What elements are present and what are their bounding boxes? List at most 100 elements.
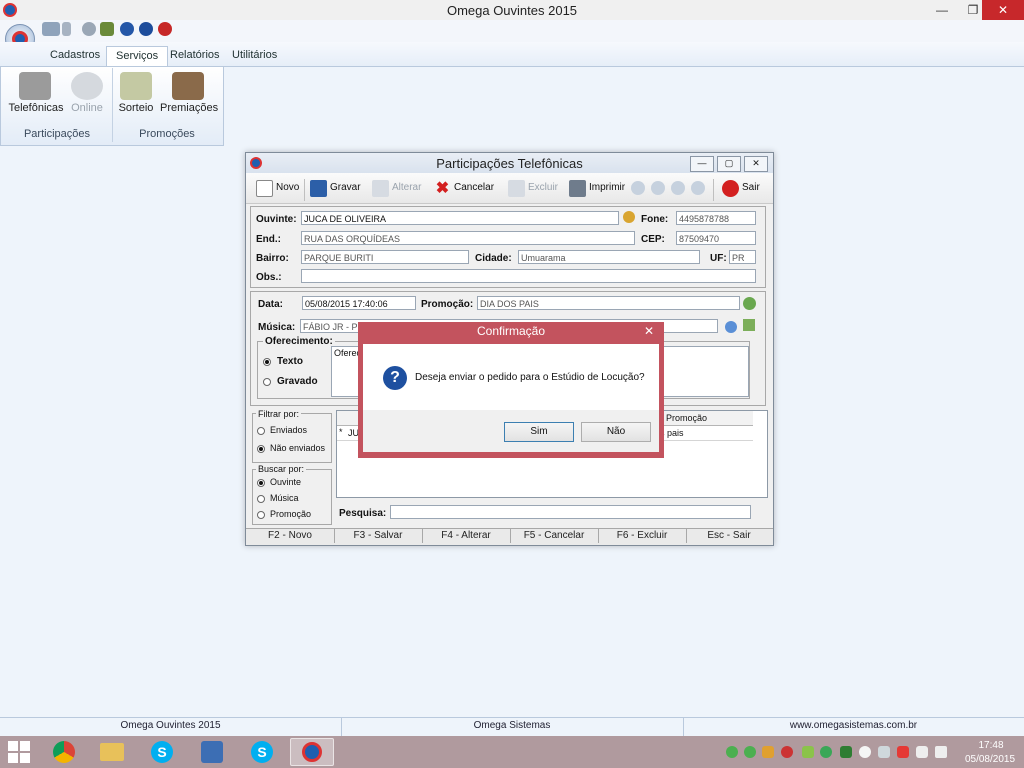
- tray-flag-icon[interactable]: [916, 746, 928, 758]
- gravado-radio[interactable]: [263, 378, 271, 386]
- bairro-field[interactable]: PARQUE BURITI: [301, 250, 469, 264]
- globe-icon[interactable]: [82, 22, 96, 36]
- dialog-footer: Sim Não: [363, 410, 659, 452]
- person-search-icon[interactable]: [623, 211, 635, 223]
- novo-button[interactable]: Novo: [256, 177, 299, 199]
- tray-network-error-icon[interactable]: [897, 746, 909, 758]
- virtualbox-taskbar-button[interactable]: [190, 738, 234, 766]
- cep-field[interactable]: 87509470: [676, 231, 756, 245]
- chrome-taskbar-button[interactable]: [42, 738, 86, 766]
- sms-icon[interactable]: [42, 22, 60, 36]
- data-field[interactable]: 05/08/2015 17:40:06: [302, 296, 416, 310]
- fkey-cancelar[interactable]: F5 - Cancelar: [510, 529, 599, 543]
- download-icon[interactable]: [100, 22, 114, 36]
- refresh-icon[interactable]: [120, 22, 134, 36]
- dice-icon[interactable]: [120, 72, 152, 100]
- buscar-promocao-label: Promoção: [270, 509, 312, 519]
- fkey-sair[interactable]: Esc - Sair: [686, 529, 772, 543]
- file-explorer-taskbar-button[interactable]: [90, 738, 134, 766]
- tray-android-icon[interactable]: [802, 746, 814, 758]
- tray-volume-icon[interactable]: [935, 746, 947, 758]
- clock-date[interactable]: 05/08/2015: [960, 754, 1020, 765]
- help-icon[interactable]: [139, 22, 153, 36]
- fkey-excluir[interactable]: F6 - Excluir: [598, 529, 687, 543]
- ouvinte-label: Ouvinte:: [256, 214, 297, 225]
- sair-button[interactable]: Sair: [722, 177, 760, 199]
- tray-app-icon[interactable]: [762, 746, 774, 758]
- fkey-novo[interactable]: F2 - Novo: [246, 529, 335, 543]
- tray-check-icon[interactable]: [726, 746, 738, 758]
- promocao-field[interactable]: DIA DOS PAIS: [477, 296, 740, 310]
- grid-row-marker: *: [339, 427, 343, 437]
- filtrar-label: Filtrar por:: [256, 409, 302, 419]
- ribbon-sorteio[interactable]: Sorteio: [116, 102, 156, 114]
- ribbon-premiacoes[interactable]: Premiações: [160, 102, 218, 114]
- edit-music-icon[interactable]: [743, 319, 755, 331]
- fkey-alterar[interactable]: F4 - Alterar: [422, 529, 511, 543]
- musica-radio[interactable]: [257, 495, 265, 503]
- fone-field[interactable]: 4495878788: [676, 211, 756, 225]
- ouvinte-radio[interactable]: [257, 479, 265, 487]
- tray-sync-icon[interactable]: [820, 746, 832, 758]
- enviados-radio[interactable]: [257, 427, 265, 435]
- buscar-ouvinte-label: Ouvinte: [270, 477, 302, 487]
- status-company: Omega Sistemas: [473, 720, 551, 731]
- filtrar-group: [252, 413, 332, 463]
- tab-utilitarios[interactable]: Utilitários: [223, 46, 286, 65]
- clock-time[interactable]: 17:48: [966, 740, 1016, 751]
- alterar-button: Alterar: [372, 177, 421, 199]
- child-close-button[interactable]: ✕: [744, 156, 768, 172]
- skype-icon: S: [151, 741, 173, 763]
- tray-omega-icon[interactable]: [781, 746, 793, 758]
- grid-col-promocao[interactable]: Promoção: [666, 413, 707, 423]
- pesquisa-input[interactable]: [390, 505, 751, 519]
- dialog-close-button[interactable]: ✕: [638, 322, 660, 340]
- minimize-button[interactable]: —: [927, 0, 957, 20]
- cancel-x-icon: ✖: [435, 179, 450, 197]
- last-record-icon: [691, 181, 705, 195]
- add-promotion-icon[interactable]: [743, 297, 756, 310]
- trash-icon: [508, 179, 525, 197]
- child-maximize-button[interactable]: ▢: [717, 156, 741, 172]
- tab-cadastros[interactable]: Cadastros: [41, 46, 109, 65]
- ribbon-telefonicas[interactable]: Telefônicas: [8, 102, 64, 114]
- child-minimize-button[interactable]: —: [690, 156, 714, 172]
- status-website: www.omegasistemas.com.br: [789, 720, 918, 731]
- yes-button[interactable]: Sim: [504, 422, 574, 442]
- texto-label: Texto: [277, 356, 303, 367]
- add-music-icon[interactable]: [725, 321, 737, 333]
- tray-check-icon[interactable]: [744, 746, 756, 758]
- gift-box-icon[interactable]: [172, 72, 204, 100]
- obs-field[interactable]: [301, 269, 756, 283]
- ouvinte-field[interactable]: JUCA DE OLIVEIRA: [301, 211, 619, 225]
- enviados-label: Enviados: [270, 425, 308, 435]
- tray-printer-icon[interactable]: [878, 746, 890, 758]
- phone-icon[interactable]: [62, 22, 71, 36]
- close-button[interactable]: ✕: [982, 0, 1024, 20]
- cidade-field[interactable]: Umuarama: [518, 250, 700, 264]
- windows-start-icon[interactable]: [8, 741, 30, 763]
- fkey-salvar[interactable]: F3 - Salvar: [334, 529, 423, 543]
- uf-field[interactable]: PR: [729, 250, 756, 264]
- no-button[interactable]: Não: [581, 422, 651, 442]
- end-field[interactable]: RUA DAS ORQUÍDEAS: [301, 231, 635, 245]
- promocao-radio[interactable]: [257, 511, 265, 519]
- texto-radio[interactable]: [263, 358, 271, 366]
- status-app-name: Omega Ouvintes 2015: [120, 720, 221, 731]
- nao-enviados-radio[interactable]: [257, 445, 265, 453]
- cancelar-button[interactable]: ✖ Cancelar: [434, 177, 494, 199]
- imprimir-label: Imprimir: [589, 182, 626, 193]
- tab-relatorios[interactable]: Relatórios: [161, 46, 229, 65]
- omega-ouvintes-taskbar-button[interactable]: [290, 738, 334, 766]
- gravar-button[interactable]: Gravar: [310, 177, 361, 199]
- imprimir-button[interactable]: Imprimir: [569, 177, 625, 199]
- skype-taskbar-button-2[interactable]: S: [240, 738, 284, 766]
- tab-servicos[interactable]: Serviços: [106, 46, 169, 66]
- tray-cloud-icon[interactable]: [859, 746, 871, 758]
- skype-taskbar-button[interactable]: S: [140, 738, 184, 766]
- tray-shield-icon[interactable]: [840, 746, 852, 758]
- chrome-icon: [53, 741, 75, 763]
- start-tile: [8, 741, 18, 751]
- power-icon[interactable]: [158, 22, 172, 36]
- telephone-icon[interactable]: [19, 72, 51, 100]
